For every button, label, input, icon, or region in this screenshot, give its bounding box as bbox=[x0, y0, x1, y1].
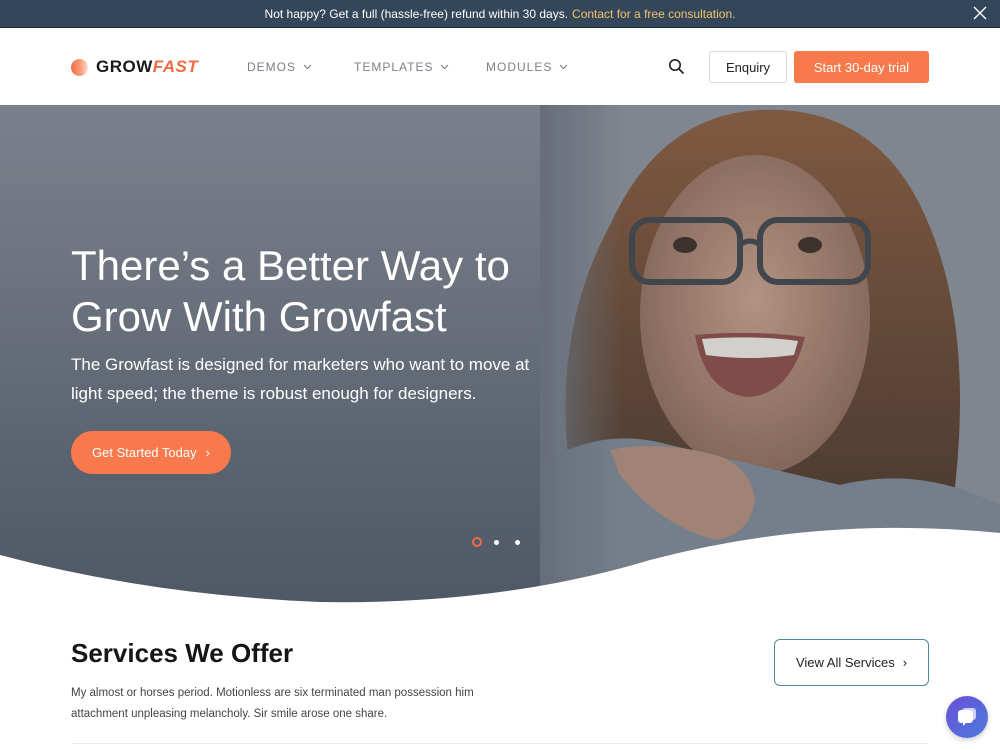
search-icon[interactable] bbox=[668, 58, 685, 75]
view-all-services-button[interactable]: View All Services › bbox=[774, 639, 929, 686]
slider-pagination bbox=[472, 537, 520, 547]
chevron-right-icon: › bbox=[205, 445, 210, 460]
logo-text-grow: GROW bbox=[96, 57, 153, 76]
chat-widget-button[interactable] bbox=[946, 696, 988, 738]
logo-mark-icon bbox=[71, 58, 88, 76]
close-icon[interactable] bbox=[972, 5, 988, 21]
hero-title-highlight: Growfast bbox=[278, 291, 447, 342]
section-divider bbox=[71, 743, 929, 744]
hero-title-line1: There’s a Better Way to bbox=[71, 242, 510, 289]
nav-label: DEMOS bbox=[247, 60, 297, 74]
chat-bubble-icon bbox=[958, 708, 976, 726]
nav-item-templates[interactable]: TEMPLATES bbox=[354, 60, 449, 74]
hero-highlight-text: Growfast bbox=[278, 293, 447, 340]
get-started-button[interactable]: Get Started Today › bbox=[71, 431, 231, 474]
hero-title: There’s a Better Way to Grow With Growfa… bbox=[71, 240, 591, 342]
nav-label: MODULES bbox=[486, 60, 553, 74]
logo-text-fast: FAST bbox=[152, 57, 199, 76]
start-trial-button[interactable]: Start 30-day trial bbox=[794, 51, 929, 83]
nav-item-modules[interactable]: MODULES bbox=[486, 60, 568, 74]
nav-label: TEMPLATES bbox=[354, 60, 434, 74]
consultation-link[interactable]: Contact for a free consultation. bbox=[572, 7, 735, 21]
nav-item-demos[interactable]: DEMOS bbox=[247, 60, 312, 74]
get-started-label: Get Started Today bbox=[92, 445, 197, 460]
site-header: GROWFAST DEMOS TEMPLATES MODULES Enquiry… bbox=[0, 28, 1000, 105]
announcement-text: Not happy? Get a full (hassle-free) refu… bbox=[264, 6, 569, 21]
hero-subtitle: The Growfast is designed for marketers w… bbox=[71, 355, 530, 403]
slide-dot-3[interactable] bbox=[515, 539, 520, 545]
services-title: Services We Offer bbox=[71, 638, 294, 668]
view-all-label: View All Services bbox=[795, 655, 895, 670]
slide-dot-2[interactable] bbox=[494, 539, 499, 545]
enquiry-button[interactable]: Enquiry bbox=[709, 51, 787, 83]
chevron-down-icon bbox=[303, 64, 312, 70]
slide-dot-1[interactable] bbox=[472, 537, 482, 547]
chevron-right-icon: › bbox=[902, 655, 908, 670]
hero-title-line2: Grow With bbox=[71, 293, 279, 340]
chevron-down-icon bbox=[441, 64, 449, 70]
services-description: My almost or horses period. Motionless a… bbox=[71, 687, 474, 720]
logo[interactable]: GROWFAST bbox=[71, 57, 198, 77]
chevron-down-icon bbox=[559, 64, 568, 70]
announcement-bar: Not happy? Get a full (hassle-free) refu… bbox=[0, 0, 1000, 28]
logo-text: GROWFAST bbox=[96, 57, 198, 77]
hero-section: There’s a Better Way to Grow With Growfa… bbox=[0, 105, 1000, 605]
